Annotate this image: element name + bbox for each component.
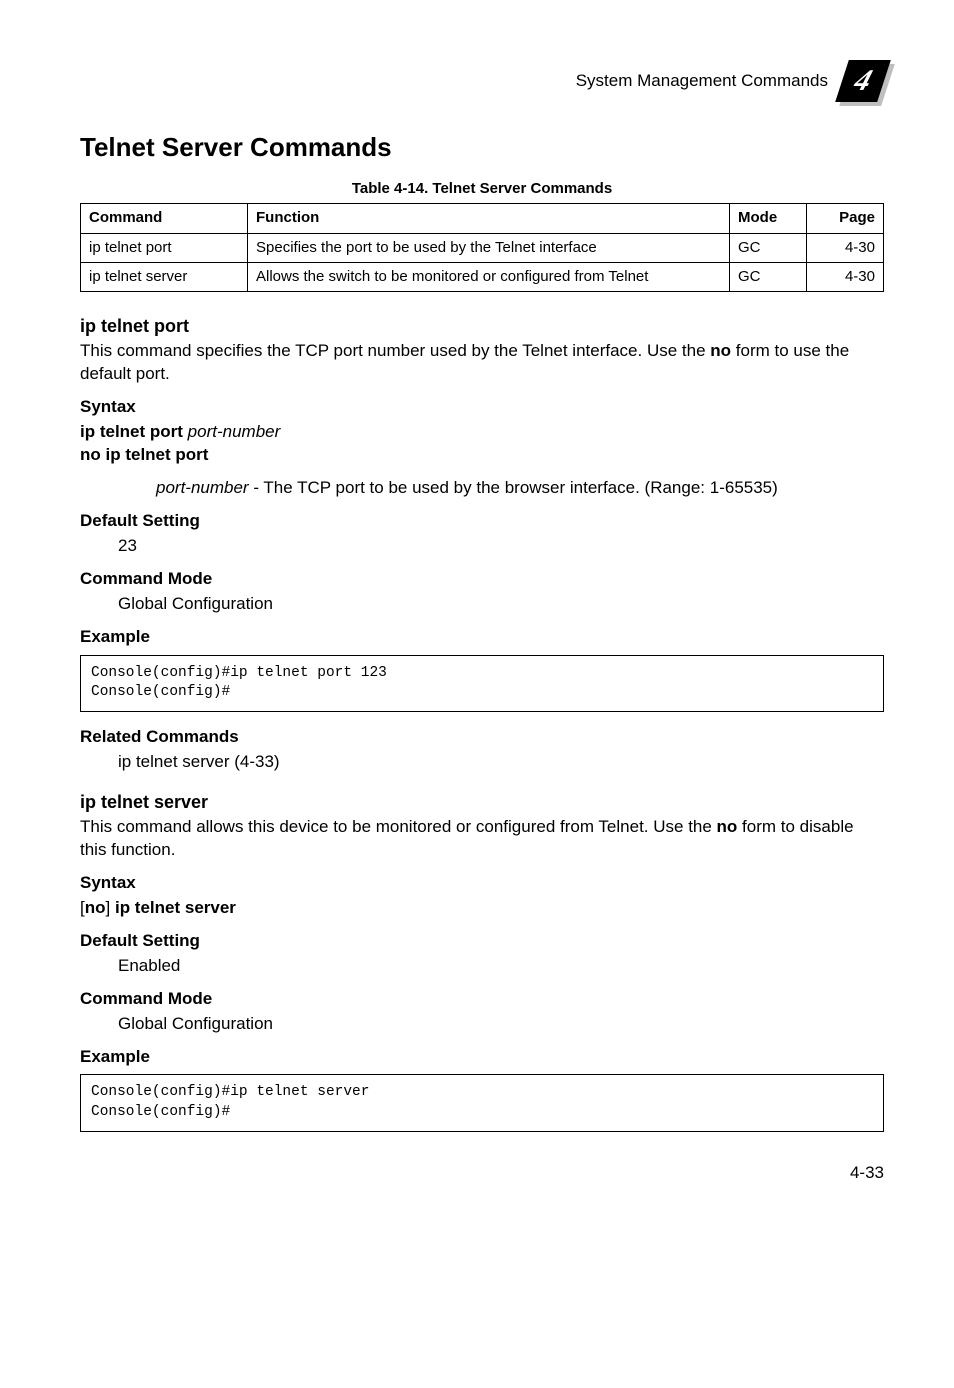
syntax-no-keyword: no xyxy=(85,898,106,917)
th-command: Command xyxy=(81,204,248,233)
td-command: ip telnet server xyxy=(81,262,248,291)
syntax-line: no ip telnet port xyxy=(80,444,884,467)
syntax-line: ip telnet port port-number xyxy=(80,421,884,444)
syntax-param: port-number xyxy=(188,422,281,441)
commands-table: Command Function Mode Page ip telnet por… xyxy=(80,203,884,292)
syntax-label: Syntax xyxy=(80,872,884,895)
td-function: Allows the switch to be monitored or con… xyxy=(248,262,730,291)
page-number: 4-33 xyxy=(80,1162,884,1185)
td-mode: GC xyxy=(730,233,807,262)
param-text: - The TCP port to be used by the browser… xyxy=(249,478,778,497)
td-mode: GC xyxy=(730,262,807,291)
param-name: port-number xyxy=(156,478,249,497)
example-code-block: Console(config)#ip telnet port 123 Conso… xyxy=(80,655,884,712)
page-header: System Management Commands 4 xyxy=(80,60,884,102)
default-setting-value: Enabled xyxy=(118,955,884,978)
td-page: 4-30 xyxy=(807,262,884,291)
chapter-badge: 4 xyxy=(842,60,884,102)
desc-no-keyword: no xyxy=(710,341,731,360)
example-label: Example xyxy=(80,626,884,649)
cmd-heading-ip-telnet-server: ip telnet server xyxy=(80,790,884,814)
table-caption: Table 4-14. Telnet Server Commands xyxy=(80,179,884,199)
example-code-block: Console(config)#ip telnet server Console… xyxy=(80,1074,884,1131)
command-mode-label: Command Mode xyxy=(80,568,884,591)
default-setting-value: 23 xyxy=(118,535,884,558)
th-mode: Mode xyxy=(730,204,807,233)
table-row: ip telnet server Allows the switch to be… xyxy=(81,262,884,291)
param-desc: port-number - The TCP port to be used by… xyxy=(156,477,884,500)
command-mode-label: Command Mode xyxy=(80,988,884,1011)
desc-no-keyword: no xyxy=(717,817,738,836)
desc-text: This command allows this device to be mo… xyxy=(80,817,717,836)
cmd-description: This command allows this device to be mo… xyxy=(80,816,884,862)
syntax-block: [no] ip telnet server xyxy=(80,897,884,920)
syntax-cmd: ip telnet port xyxy=(80,422,188,441)
td-function: Specifies the port to be used by the Tel… xyxy=(248,233,730,262)
command-mode-value: Global Configuration xyxy=(118,593,884,616)
syntax-cmd: ip telnet server xyxy=(115,898,236,917)
cmd-heading-ip-telnet-port: ip telnet port xyxy=(80,314,884,338)
cmd-description: This command specifies the TCP port numb… xyxy=(80,340,884,386)
syntax-block: ip telnet port port-number no ip telnet … xyxy=(80,421,884,467)
default-setting-label: Default Setting xyxy=(80,930,884,953)
table-header-row: Command Function Mode Page xyxy=(81,204,884,233)
syntax-label: Syntax xyxy=(80,396,884,419)
td-page: 4-30 xyxy=(807,233,884,262)
command-mode-value: Global Configuration xyxy=(118,1013,884,1036)
bracket-close: ] xyxy=(106,898,115,917)
desc-text: This command specifies the TCP port numb… xyxy=(80,341,710,360)
table-row: ip telnet port Specifies the port to be … xyxy=(81,233,884,262)
example-label: Example xyxy=(80,1046,884,1069)
th-page: Page xyxy=(807,204,884,233)
header-title: System Management Commands xyxy=(576,70,828,93)
td-command: ip telnet port xyxy=(81,233,248,262)
related-commands-value: ip telnet server (4-33) xyxy=(118,751,884,774)
related-commands-label: Related Commands xyxy=(80,726,884,749)
th-function: Function xyxy=(248,204,730,233)
section-heading: Telnet Server Commands xyxy=(80,130,884,165)
default-setting-label: Default Setting xyxy=(80,510,884,533)
